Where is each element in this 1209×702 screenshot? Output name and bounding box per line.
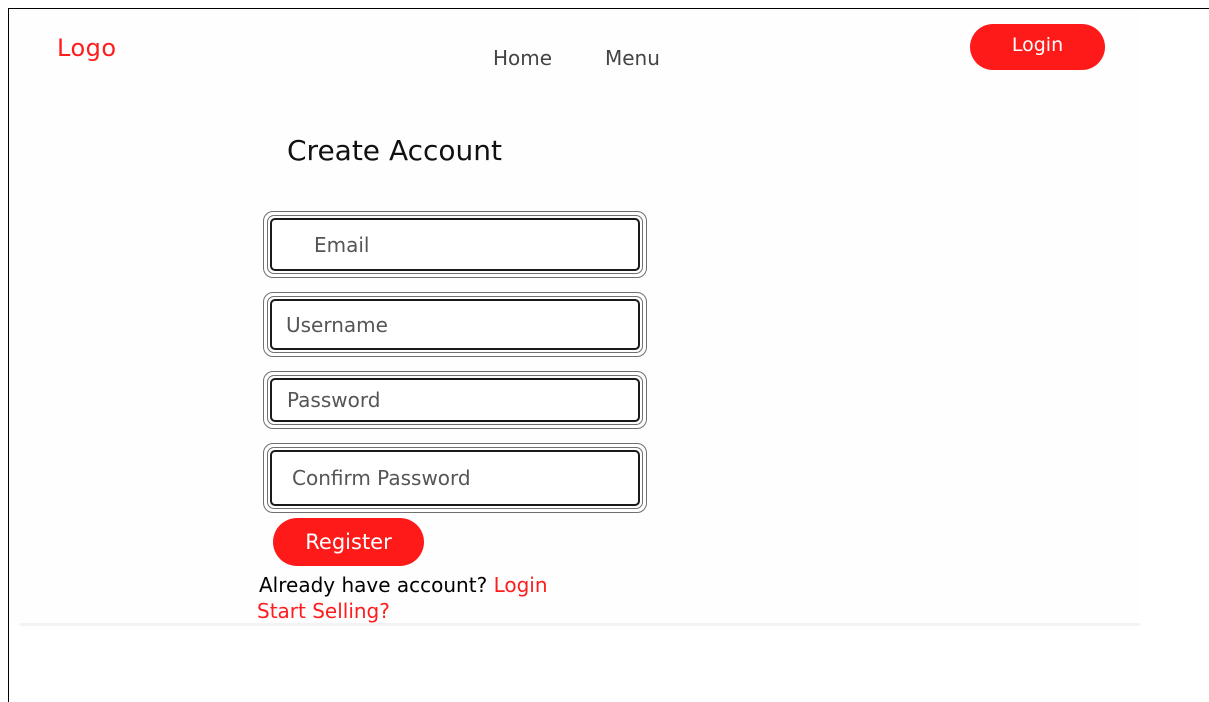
email-input[interactable] [270,218,640,271]
password-field-frame [263,371,647,429]
confirm-password-field-inner-frame [267,447,643,509]
nav-home-link[interactable]: Home [493,46,552,70]
username-input[interactable] [270,299,640,350]
email-field-inner-frame [267,215,643,274]
page-title: Create Account [287,134,502,167]
password-field-inner-frame [267,375,643,425]
confirm-password-field-frame [263,443,647,513]
confirm-password-input[interactable] [270,450,640,506]
nav-menu-link[interactable]: Menu [605,46,660,70]
login-link[interactable]: Login [494,573,548,597]
register-button[interactable]: Register [273,518,424,566]
email-field-frame [263,211,647,278]
panel-bottom-divider [20,623,1140,626]
header-login-button[interactable]: Login [970,24,1105,70]
username-field-inner-frame [267,296,643,353]
start-selling-link[interactable]: Start Selling? [257,599,390,623]
have-account-text: Already have account? [259,573,488,597]
username-field-frame [263,292,647,357]
have-account-line: Already have account? Login [259,573,548,597]
password-input[interactable] [270,378,640,422]
logo[interactable]: Logo [57,34,117,62]
